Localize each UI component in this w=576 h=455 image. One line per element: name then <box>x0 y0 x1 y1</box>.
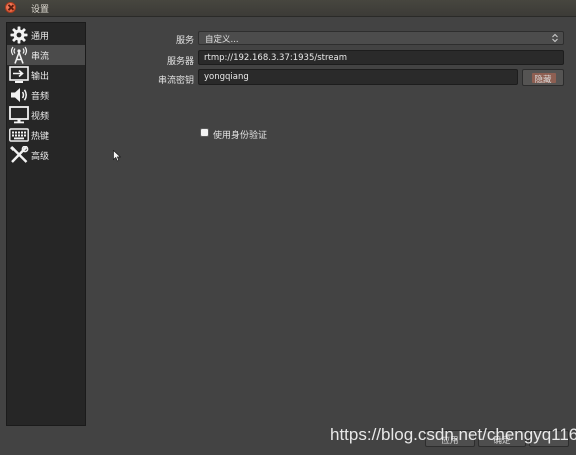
ok-button[interactable]: 确定 <box>478 430 526 447</box>
hide-button-label: 隐藏 <box>534 75 552 85</box>
keyboard-icon <box>9 128 29 142</box>
stream-key-field[interactable]: yongqiang <box>198 69 518 85</box>
mouse-pointer-icon <box>113 150 121 162</box>
apply-button-label: 应用 <box>441 436 459 446</box>
cancel-button[interactable] <box>529 430 569 447</box>
close-window-button[interactable] <box>5 2 16 13</box>
use-authentication-label[interactable]: 使用身份验证 <box>213 128 267 141</box>
window-title: 设置 <box>31 5 50 15</box>
output-icon <box>9 66 29 83</box>
sidebar-item-output[interactable]: 输出 <box>7 65 85 85</box>
title-bar: 设置 <box>0 0 576 17</box>
sidebar-item-label: 高级 <box>31 152 50 162</box>
settings-window: 设置 通用 串流 输出 音频 视频 热键 高级 服务 自定义... 服务器 rt… <box>0 0 576 455</box>
sidebar-item-label: 输出 <box>31 72 50 82</box>
sidebar-item-label: 音频 <box>31 92 50 102</box>
sidebar-item-hotkeys[interactable]: 热键 <box>7 125 85 145</box>
gear-icon <box>10 26 28 44</box>
service-label: 服务 <box>175 36 194 46</box>
stream-key-value: yongqiang <box>204 72 249 82</box>
sidebar-item-advanced[interactable]: 高级 <box>7 145 85 165</box>
server-label: 服务器 <box>166 57 194 67</box>
settings-sidebar: 通用 串流 输出 音频 视频 热键 高级 <box>6 22 86 426</box>
sidebar-item-label: 视频 <box>31 112 50 122</box>
sidebar-item-label: 串流 <box>31 52 50 62</box>
hide-key-button[interactable]: 隐藏 <box>522 69 564 86</box>
use-authentication-checkbox[interactable] <box>200 128 209 137</box>
server-value: rtmp://192.168.3.37:1935/stream <box>204 53 348 63</box>
broadcast-antenna-icon <box>10 46 28 64</box>
stream-key-label: 串流密钥 <box>157 76 194 86</box>
tools-icon <box>10 146 29 163</box>
ok-button-label: 确定 <box>493 436 511 446</box>
speaker-icon <box>11 88 27 102</box>
sidebar-item-audio[interactable]: 音频 <box>7 85 85 105</box>
monitor-icon <box>9 106 29 124</box>
sidebar-item-label: 热键 <box>31 132 50 142</box>
service-selected-value: 自定义... <box>205 35 239 45</box>
apply-button[interactable]: 应用 <box>425 430 475 447</box>
server-field[interactable]: rtmp://192.168.3.37:1935/stream <box>198 50 564 65</box>
sidebar-item-stream[interactable]: 串流 <box>7 45 85 65</box>
sidebar-item-general[interactable]: 通用 <box>7 25 85 45</box>
sidebar-item-video[interactable]: 视频 <box>7 105 85 125</box>
sidebar-item-label: 通用 <box>31 32 50 42</box>
chevron-up-down-icon <box>552 33 558 43</box>
service-select[interactable]: 自定义... <box>198 31 564 45</box>
